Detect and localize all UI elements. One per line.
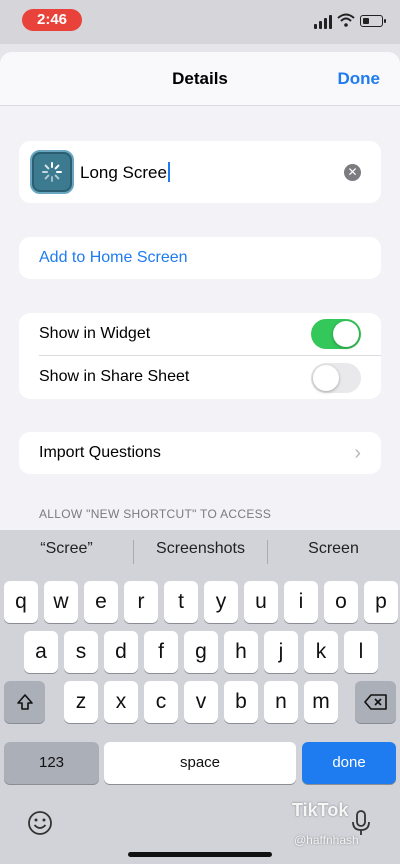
visibility-toggles-card: Show in Widget Show in Share Sheet <box>19 313 381 399</box>
suggestion-2[interactable]: Screenshots <box>134 540 267 558</box>
clear-text-button[interactable]: ✕ <box>344 164 361 181</box>
wifi-icon <box>337 13 355 27</box>
key-r[interactable]: r <box>124 581 158 623</box>
chevron-right-icon: › <box>354 442 361 464</box>
suggestion-3[interactable]: Screen <box>267 540 400 558</box>
import-questions-row[interactable]: Import Questions › <box>19 432 381 474</box>
numbers-key[interactable]: 123 <box>4 742 99 784</box>
row-divider <box>39 355 381 356</box>
done-button[interactable]: Done <box>338 69 381 89</box>
key-u[interactable]: u <box>244 581 278 623</box>
key-i[interactable]: i <box>284 581 318 623</box>
cellular-signal-icon <box>314 15 334 29</box>
key-h[interactable]: h <box>224 631 258 673</box>
keyboard-done-key[interactable]: done <box>302 742 396 784</box>
key-c[interactable]: c <box>144 681 178 723</box>
shortcut-name-field[interactable]: Long Scree <box>80 162 170 183</box>
key-x[interactable]: x <box>104 681 138 723</box>
show-in-widget-label: Show in Widget <box>39 325 151 342</box>
add-to-home-screen-button[interactable]: Add to Home Screen <box>39 249 188 267</box>
navigation-bar: Details Done <box>0 52 400 106</box>
watermark-handle: @haffnhash <box>294 833 359 847</box>
key-j[interactable]: j <box>264 631 298 673</box>
status-time: 2:46 <box>22 9 82 31</box>
shortcut-name-value: Long Scree <box>80 163 167 182</box>
add-to-home-screen-card[interactable]: Add to Home Screen <box>19 237 381 279</box>
show-in-share-sheet-toggle[interactable] <box>311 363 361 393</box>
tiktok-watermark: TikTok <box>292 800 349 820</box>
show-in-widget-toggle[interactable] <box>311 319 361 349</box>
key-k[interactable]: k <box>304 631 338 673</box>
import-questions-label: Import Questions <box>39 444 161 461</box>
key-e[interactable]: e <box>84 581 118 623</box>
key-p[interactable]: p <box>364 581 398 623</box>
home-indicator <box>128 852 272 857</box>
backspace-icon[interactable] <box>355 681 396 723</box>
suggestion-1[interactable]: “Scree” <box>0 540 133 558</box>
battery-icon <box>360 15 386 27</box>
key-q[interactable]: q <box>4 581 38 623</box>
loading-spinner-icon[interactable] <box>30 150 74 194</box>
key-t[interactable]: t <box>164 581 198 623</box>
key-w[interactable]: w <box>44 581 78 623</box>
key-v[interactable]: v <box>184 681 218 723</box>
shortcut-name-card: Long Scree ✕ <box>19 141 381 203</box>
key-m[interactable]: m <box>304 681 338 723</box>
key-f[interactable]: f <box>144 631 178 673</box>
space-key[interactable]: space <box>104 742 296 784</box>
section-header: ALLOW "NEW SHORTCUT" TO ACCESS <box>39 507 272 521</box>
key-n[interactable]: n <box>264 681 298 723</box>
key-b[interactable]: b <box>224 681 258 723</box>
shift-icon[interactable] <box>4 681 45 723</box>
key-d[interactable]: d <box>104 631 138 673</box>
show-in-share-sheet-label: Show in Share Sheet <box>39 368 190 385</box>
key-a[interactable]: a <box>24 631 58 673</box>
key-z[interactable]: z <box>64 681 98 723</box>
key-g[interactable]: g <box>184 631 218 673</box>
key-l[interactable]: l <box>344 631 378 673</box>
key-s[interactable]: s <box>64 631 98 673</box>
key-o[interactable]: o <box>324 581 358 623</box>
text-caret <box>167 162 170 182</box>
key-y[interactable]: y <box>204 581 238 623</box>
status-bar: 2:46 <box>0 0 400 44</box>
emoji-icon[interactable] <box>27 810 53 843</box>
